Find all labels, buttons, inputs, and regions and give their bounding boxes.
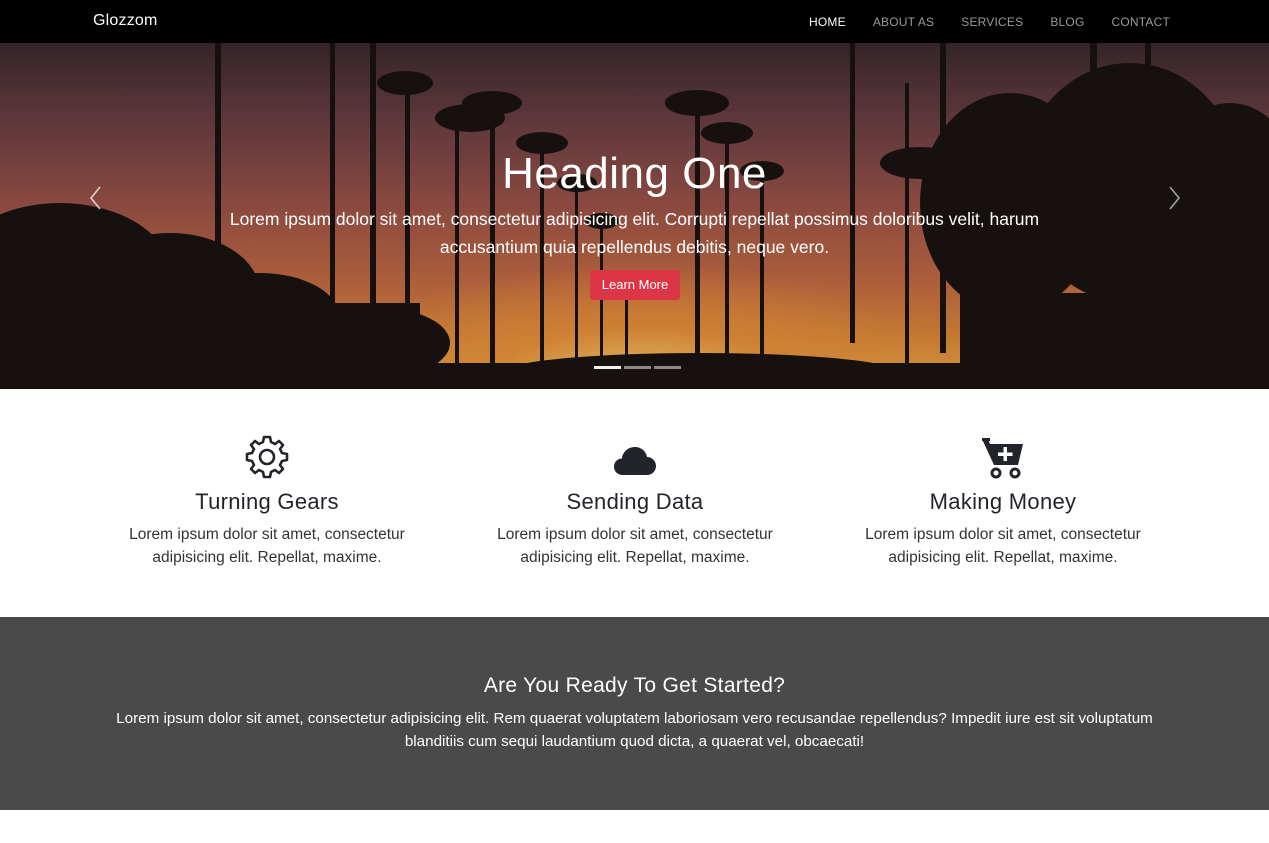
carousel-indicator-3[interactable]	[654, 366, 681, 369]
nav-link-contact[interactable]: CONTACT	[1111, 15, 1170, 29]
feature-text: Lorem ipsum dolor sit amet, consectetur …	[497, 526, 773, 566]
carousel-indicator-2[interactable]	[624, 366, 651, 369]
cloud-icon	[614, 447, 656, 475]
carousel-indicators	[594, 366, 681, 369]
hero-title: Heading One	[502, 149, 767, 198]
gear-icon	[245, 435, 289, 479]
nav-link-home[interactable]: HOME	[809, 15, 846, 29]
feature-text: Lorem ipsum dolor sit amet, consectetur …	[865, 526, 1141, 566]
learn-more-button[interactable]: Learn More	[590, 270, 680, 300]
feature-title: Turning Gears	[195, 489, 339, 514]
cart-plus-icon	[982, 438, 1023, 479]
nav-link-services[interactable]: SERVICES	[961, 15, 1023, 29]
feature-title: Making Money	[929, 489, 1077, 514]
brand-logo[interactable]: Glozzom	[93, 12, 158, 30]
carousel-indicator-1[interactable]	[594, 366, 621, 369]
cta-title: Are You Ready To Get Started?	[483, 674, 786, 697]
features-section: Turning Gears Lorem ipsum dolor sit amet…	[0, 389, 1269, 617]
cta-text: Lorem ipsum dolor sit amet, consectetur …	[116, 710, 1153, 750]
feature-title: Sending Data	[566, 489, 704, 514]
hero-carousel: Heading One Lorem ipsum dolor sit amet, …	[0, 43, 1269, 389]
hero-text: Lorem ipsum dolor sit amet, consectetur …	[229, 209, 1040, 257]
feature-text: Lorem ipsum dolor sit amet, consectetur …	[129, 526, 405, 566]
nav-link-about[interactable]: ABOUT AS	[873, 15, 934, 29]
nav-link-blog[interactable]: BLOG	[1050, 15, 1084, 29]
nav-links: HOME ABOUT AS SERVICES BLOG CONTACT	[782, 15, 1170, 29]
cta-section: Are You Ready To Get Started? Lorem ipsu…	[0, 617, 1269, 810]
navbar: Glozzom HOME ABOUT AS SERVICES BLOG CONT…	[0, 0, 1269, 43]
